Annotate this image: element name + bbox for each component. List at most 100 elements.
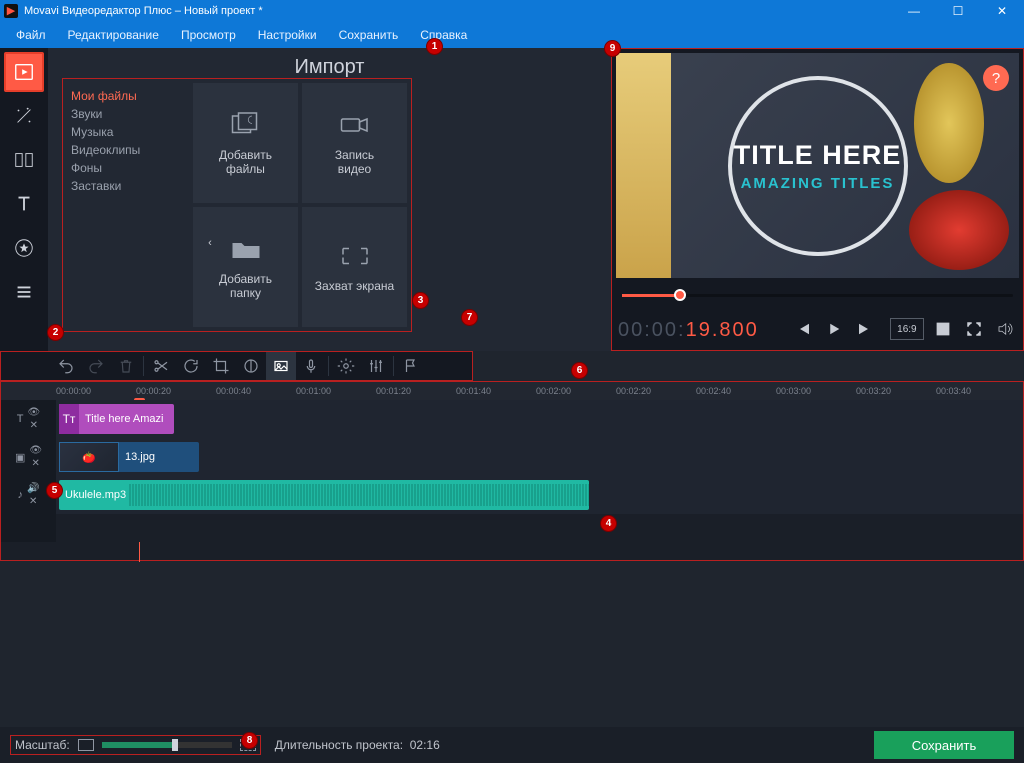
audio-track: ♪ 🔊 ✕ Ukulele.mp3	[1, 476, 1023, 514]
title-track-head[interactable]: T 👁 ✕	[1, 400, 56, 438]
fullscreen-button[interactable]	[961, 316, 986, 342]
video-clip-thumb: 🍅	[59, 442, 119, 472]
titlebar: ▶ Movavi Видеоредактор Плюс – Новый прое…	[0, 0, 1024, 22]
text-icon	[13, 193, 35, 215]
title-clip[interactable]: Tᴛ Title here Amazi	[59, 404, 174, 434]
film-icon	[13, 61, 35, 83]
record-video-label: Запись видео	[335, 148, 374, 176]
volume-button[interactable]	[992, 316, 1017, 342]
add-files-label: Добавить файлы	[219, 148, 272, 176]
fx-icon[interactable]: ✕	[32, 458, 40, 469]
window-close-button[interactable]: ✕	[980, 0, 1024, 22]
menu-settings[interactable]: Настройки	[250, 26, 325, 44]
transitions-icon	[13, 149, 35, 171]
edit-toolbar	[0, 351, 473, 381]
annotation-bubble-4: 4	[600, 515, 617, 532]
help-button[interactable]: ?	[983, 65, 1009, 91]
import-cat-intros[interactable]: Заставки	[71, 177, 193, 195]
ruler-tick: 00:01:00	[296, 386, 331, 396]
preview-title-main: TITLE HERE	[734, 140, 902, 171]
ruler-tick: 00:00:20	[136, 386, 171, 396]
audio-clip[interactable]: Ukulele.mp3	[59, 480, 589, 510]
zoom-out-icon[interactable]	[78, 739, 94, 751]
zoom-slider[interactable]	[102, 742, 232, 748]
annotation-bubble-5: 5	[46, 482, 63, 499]
annotation-bubble-6: 6	[571, 362, 588, 379]
sidebar-import[interactable]	[4, 52, 44, 92]
mute-icon[interactable]: 🔊	[27, 483, 39, 494]
delete-button[interactable]	[111, 352, 141, 380]
sidebar-stickers[interactable]	[4, 228, 44, 268]
screen-capture-card[interactable]: Захват экрана	[302, 207, 407, 327]
sidebar-titles[interactable]	[4, 184, 44, 224]
star-circle-icon	[13, 237, 35, 259]
annotation-bubble-1: 1	[426, 38, 443, 55]
prev-frame-button[interactable]	[791, 316, 816, 342]
crop-button[interactable]	[206, 352, 236, 380]
sidebar	[0, 48, 48, 351]
menu-edit[interactable]: Редактирование	[60, 26, 167, 44]
eye-icon[interactable]: 👁	[29, 445, 42, 456]
add-folder-card[interactable]: Добавить папку	[193, 207, 298, 327]
undo-button[interactable]	[51, 352, 81, 380]
rotate-button[interactable]	[176, 352, 206, 380]
sidebar-filters[interactable]	[4, 96, 44, 136]
menu-view[interactable]: Просмотр	[173, 26, 244, 44]
fx-icon[interactable]: ✕	[29, 496, 37, 507]
bottombar: Масштаб: Длительность проекта: 02:16 Сох…	[0, 727, 1024, 763]
annotation-bubble-3: 3	[412, 292, 429, 309]
menu-help[interactable]: Справка	[412, 26, 475, 44]
fx-icon[interactable]: ✕	[30, 420, 38, 431]
sidebar-more[interactable]	[4, 272, 44, 312]
record-audio-button[interactable]	[296, 352, 326, 380]
window-maximize-button[interactable]: ☐	[936, 0, 980, 22]
import-cat-backdrops[interactable]: Фоны	[71, 159, 193, 177]
timeline: + 00:00:0000:00:2000:00:4000:01:0000:01:…	[0, 381, 1024, 561]
next-frame-button[interactable]	[853, 316, 878, 342]
menu-save[interactable]: Сохранить	[331, 26, 407, 44]
redo-button[interactable]	[81, 352, 111, 380]
preview-seek-slider[interactable]	[622, 287, 1013, 303]
save-button[interactable]: Сохранить	[874, 731, 1014, 759]
import-cat-myfiles[interactable]: Мои файлы	[71, 87, 193, 105]
title-track: T 👁 ✕ Tᴛ Title here Amazi	[1, 400, 1023, 438]
ruler-tick: 00:02:40	[696, 386, 731, 396]
title-clip-icon: Tᴛ	[59, 404, 79, 434]
preview-title-circle: TITLE HERE AMAZING TITLES	[728, 76, 908, 256]
play-button[interactable]	[822, 316, 847, 342]
title-track-icon: T	[17, 413, 24, 425]
add-files-card[interactable]: Добавить файлы	[193, 83, 298, 203]
equalizer-button[interactable]	[361, 352, 391, 380]
video-clip[interactable]: 🍅 13.jpg	[59, 442, 199, 472]
import-cat-sounds[interactable]: Звуки	[71, 105, 193, 123]
audio-track-icon: ♪	[18, 489, 24, 501]
clip-properties-button[interactable]	[266, 352, 296, 380]
split-button[interactable]	[146, 352, 176, 380]
marker-button[interactable]	[396, 352, 426, 380]
window-minimize-button[interactable]: —	[892, 0, 936, 22]
zoom-control[interactable]: Масштаб:	[10, 735, 261, 755]
import-cat-videoclips[interactable]: Видеоклипы	[71, 141, 193, 159]
collapse-handle[interactable]: ‹	[203, 231, 217, 255]
detach-preview-button[interactable]	[930, 316, 955, 342]
import-cat-music[interactable]: Музыка	[71, 123, 193, 141]
timecode-value: 19.800	[686, 319, 759, 341]
ruler-tick: 00:03:00	[776, 386, 811, 396]
list-icon	[13, 281, 35, 303]
color-adjust-button[interactable]	[236, 352, 266, 380]
record-video-card[interactable]: Запись видео	[302, 83, 407, 203]
toolbar-row	[0, 351, 1024, 381]
video-track-head[interactable]: ▣ 👁✕	[1, 438, 56, 476]
eye-icon[interactable]: 👁	[28, 407, 41, 418]
audio-waveform	[129, 484, 589, 506]
title-clip-label: Title here Amazi	[85, 413, 163, 425]
menu-file[interactable]: Файл	[8, 26, 54, 44]
sidebar-transitions[interactable]	[4, 140, 44, 180]
menubar: Файл Редактирование Просмотр Настройки С…	[0, 22, 1024, 48]
time-ruler[interactable]: 00:00:0000:00:2000:00:4000:01:0000:01:20…	[1, 382, 1023, 400]
annotation-bubble-2: 2	[47, 324, 64, 341]
aspect-ratio-button[interactable]: 16:9	[890, 318, 925, 340]
timecode: 00:00:19.800	[618, 317, 759, 342]
settings-button[interactable]	[331, 352, 361, 380]
video-track: ▣ 👁✕ 🍅 13.jpg	[1, 438, 1023, 476]
